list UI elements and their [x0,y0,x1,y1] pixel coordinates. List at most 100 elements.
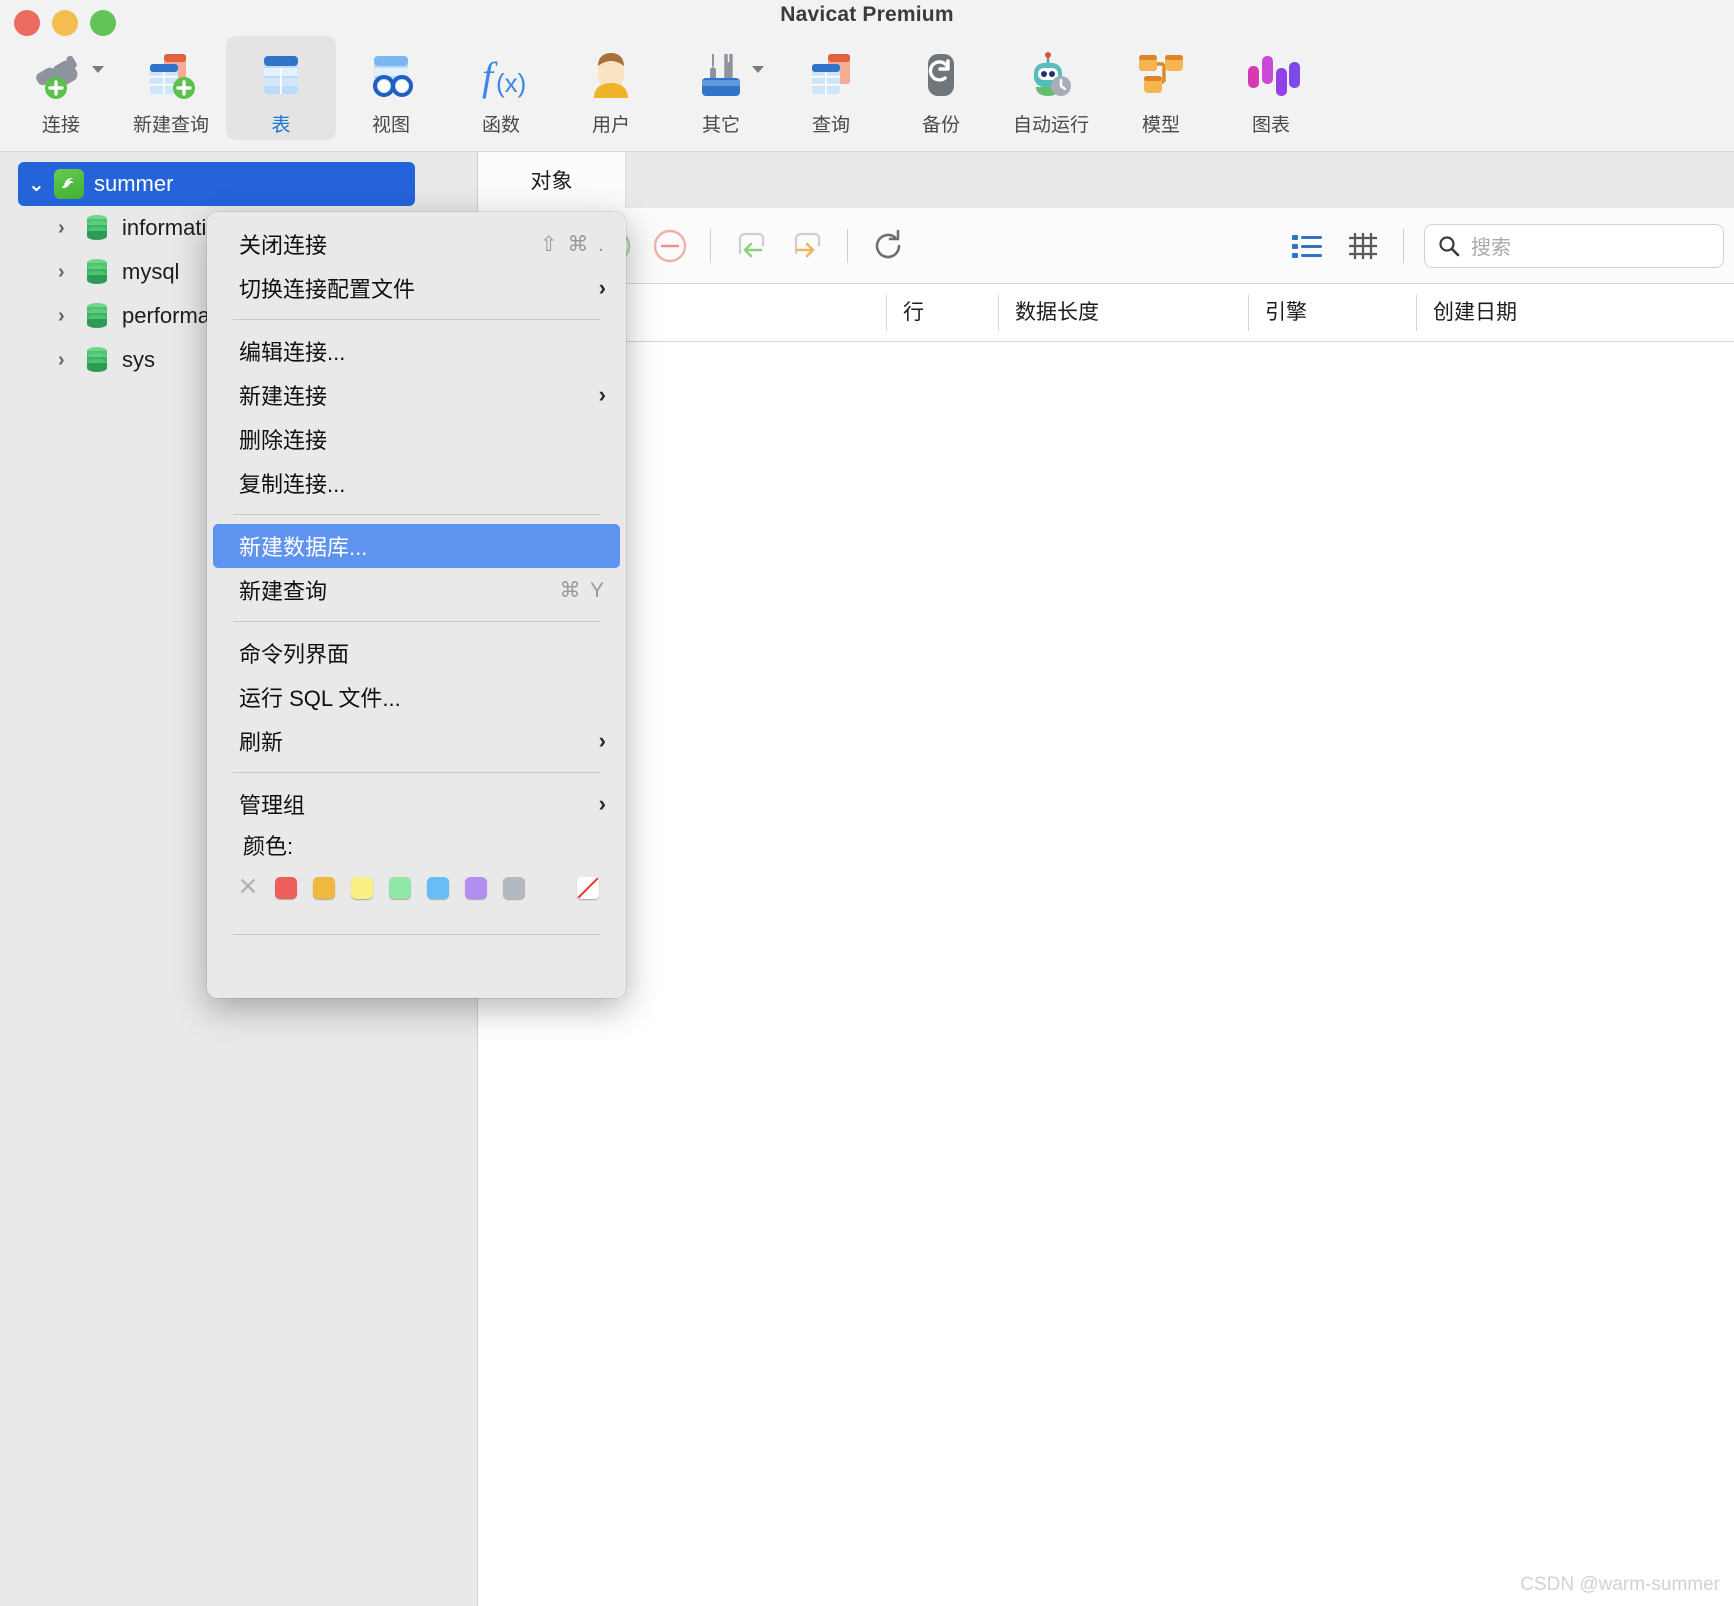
connection-plug-icon [30,48,92,104]
menu-item-command-line-interface[interactable]: 命令列界面 [213,631,620,675]
menu-item-label: 关闭连接 [239,233,328,258]
column-header-engine[interactable]: 引擎 [1248,294,1416,331]
menu-separator [233,319,600,320]
menu-item-delete-connection[interactable]: 删除连接 [213,417,620,461]
view-toggles: 搜索 [1279,218,1734,274]
toolbar-button-backup[interactable]: 备份 [886,36,996,140]
database-icon [84,213,110,243]
toolbar-button-table[interactable]: 表 [226,36,336,140]
toolbar-label: 函数 [481,115,520,136]
menu-item-new-database[interactable]: 新建数据库... [213,524,620,568]
color-swatch-purple[interactable] [465,877,487,899]
menu-item-refresh-submenu[interactable]: 刷新 › [213,719,620,763]
table-column-header: 行 数据长度 引擎 创建日期 [478,284,1734,342]
menu-item-label: 新建连接 [239,384,328,409]
toolbar-label: 视图 [371,115,410,136]
toolbar-label: 图表 [1251,115,1290,136]
refresh-button[interactable] [860,218,916,274]
color-swatch-gray[interactable] [503,877,525,899]
toolbar-label: 自动运行 [1012,115,1089,136]
menu-item-label: 命令列界面 [239,642,350,667]
new-query-icon [140,48,202,104]
toolbar-divider [1403,228,1404,263]
toolbar-button-automation[interactable]: 自动运行 [996,36,1106,140]
chevron-right-icon[interactable]: › [58,349,84,372]
menu-item-edit-connection[interactable]: 编辑连接... [213,329,620,373]
toolbar-button-query[interactable]: 查询 [776,36,886,140]
tab-label: 对象 [530,170,573,193]
menu-item-switch-connection-profile[interactable]: 切换连接配置文件 › [213,266,620,310]
chevron-down-icon[interactable] [752,66,764,73]
color-swatch-blue[interactable] [427,877,449,899]
color-swatch-green[interactable] [389,877,411,899]
toolbar-label: 连接 [41,115,80,136]
backup-icon [910,48,972,104]
search-input[interactable]: 搜索 [1424,223,1724,268]
menu-item-new-connection[interactable]: 新建连接 › [213,373,620,417]
toolbar-button-connection[interactable]: 连接 [6,36,116,140]
menu-item-label: 新建数据库... [239,535,368,560]
toolbar-button-user[interactable]: 用户 [556,36,666,140]
object-pane: 对象 搜索 行 数据长度 引擎 创建日期 [478,152,1734,1606]
export-button[interactable] [779,218,835,274]
menu-item-manage-group[interactable]: 管理组 › [213,782,620,826]
chevron-down-icon[interactable] [92,66,104,73]
model-icon [1130,48,1192,104]
function-icon: f (x) [470,48,532,104]
chevron-right-icon: › [598,728,606,753]
search-icon [1439,235,1460,256]
column-header-data-length[interactable]: 数据长度 [998,294,1248,331]
menu-item-label: 删除连接 [239,428,328,453]
color-swatch-yellow[interactable] [351,877,373,899]
tree-item-label: mysql [122,259,180,284]
toolbar-button-chart[interactable]: 图表 [1216,36,1326,140]
color-swatch-clear[interactable] [577,877,599,899]
toolbar-label: 模型 [1141,115,1180,136]
chevron-right-icon[interactable]: › [58,217,84,240]
automation-robot-icon [1020,48,1082,104]
watermark: CSDN @warm-summer [1520,1574,1720,1595]
chevron-down-icon[interactable]: ⌄ [28,172,54,197]
menu-item-label: 管理组 [239,793,306,818]
toolbar-button-function[interactable]: f (x) 函数 [446,36,556,140]
menu-item-label: 切换连接配置文件 [239,277,416,302]
connection-context-menu: 关闭连接 ⇧ ⌘ . 切换连接配置文件 › 编辑连接... 新建连接 › 删除连… [207,212,626,998]
menu-item-new-query[interactable]: 新建查询 ⌘ Y [213,568,620,612]
column-header-rows[interactable]: 行 [886,294,998,331]
menu-item-label: 新建查询 [239,579,328,604]
menu-item-shortcut: ⇧ ⌘ . [539,232,606,256]
toolbar-button-new-query[interactable]: 新建查询 [116,36,226,140]
toolbar-label: 查询 [811,115,850,136]
import-button[interactable] [723,218,779,274]
menu-item-shortcut: ⌘ Y [559,578,606,602]
chevron-right-icon: › [598,275,606,300]
toolbar-button-other[interactable]: 其它 [666,36,776,140]
menu-item-label: 刷新 [239,730,284,755]
toolbar-button-view[interactable]: 视图 [336,36,446,140]
menu-item-refresh[interactable] [213,944,620,988]
menu-item-close-connection[interactable]: 关闭连接 ⇧ ⌘ . [213,222,620,266]
list-view-icon[interactable] [1279,218,1335,274]
chevron-right-icon[interactable]: › [58,261,84,284]
grid-view-icon[interactable] [1335,218,1391,274]
color-swatch-orange[interactable] [313,877,335,899]
menu-item-run-sql-file[interactable]: 运行 SQL 文件... [213,675,620,719]
title-bar: Navicat Premium 连接 新建查询 表 视图 f (x) 函数 用户… [0,0,1734,152]
color-swatch-red[interactable] [275,877,297,899]
tree-item-connection-summer[interactable]: ⌄ summer [18,162,415,206]
chevron-right-icon[interactable]: › [58,305,84,328]
tree-item-label: summer [94,171,174,196]
object-toolbar: 搜索 [478,208,1734,284]
remove-object-button[interactable] [642,218,698,274]
query-icon [800,48,862,104]
toolbar-divider [847,228,848,263]
toolbar-button-model[interactable]: 模型 [1106,36,1216,140]
menu-item-copy-connection[interactable]: 复制连接... [213,461,620,505]
color-swatch-row: ✕ [207,864,626,912]
color-swatch-none-icon[interactable]: ✕ [237,875,259,900]
database-icon [84,345,110,375]
menu-separator [233,514,600,515]
tab-objects[interactable]: 对象 [478,152,626,208]
chart-icon [1240,48,1302,104]
column-header-created-date[interactable]: 创建日期 [1416,294,1716,331]
